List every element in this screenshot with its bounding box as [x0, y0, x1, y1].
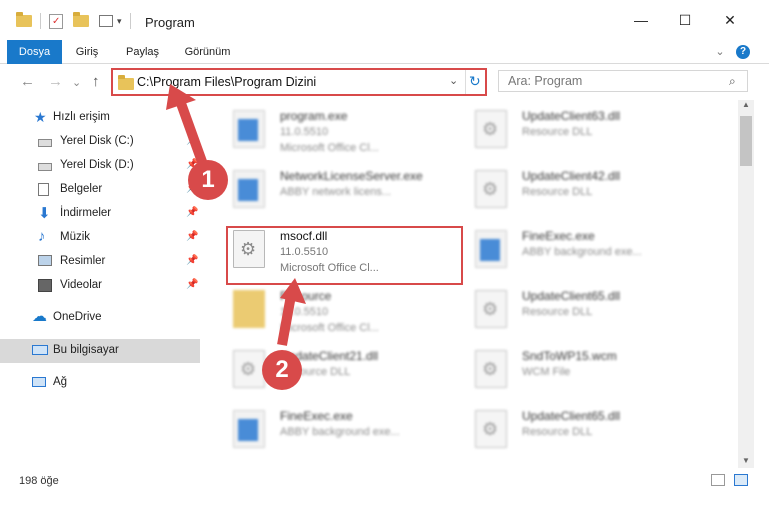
arrow-1-shaft [173, 93, 210, 172]
status-bar: 198 öğe [0, 470, 769, 507]
step-2-badge: 2 [262, 350, 302, 390]
scroll-down-icon[interactable]: ▼ [742, 456, 750, 465]
scroll-thumb[interactable] [740, 116, 752, 166]
arrow-2-head [280, 278, 306, 304]
step-1-badge: 1 [188, 160, 228, 200]
vertical-scrollbar[interactable]: ▲ ▼ [738, 100, 754, 468]
item-count: 198 öğe [19, 475, 59, 487]
tiles-view-icon[interactable] [734, 474, 748, 486]
scroll-up-icon[interactable]: ▲ [742, 100, 750, 109]
details-view-icon[interactable] [711, 474, 725, 486]
annotation-arrows [166, 84, 306, 346]
